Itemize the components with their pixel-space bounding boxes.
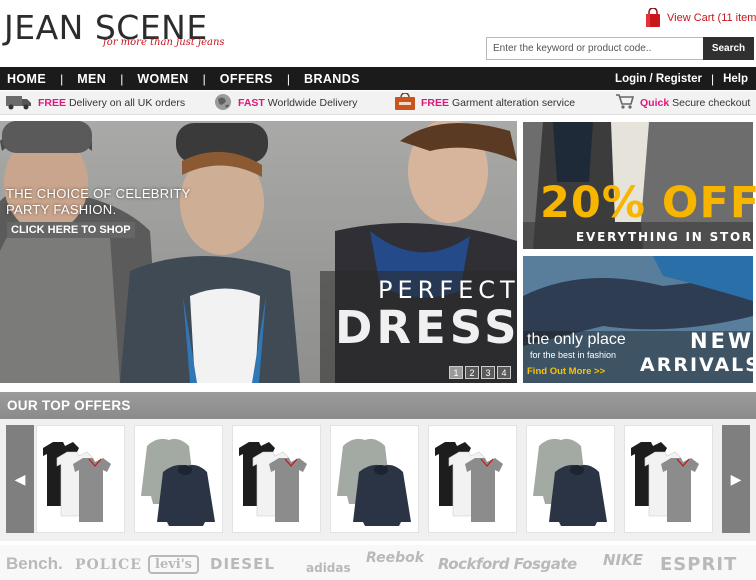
secure-checkout-info: Quick Secure checkout <box>616 91 750 115</box>
hero-caption: THE CHOICE OF CELEBRITY PARTY FASHION. <box>6 186 191 218</box>
slide-dot[interactable]: 3 <box>481 366 495 379</box>
polo-shirts-image <box>435 442 503 522</box>
shopping-bag-icon <box>645 7 661 28</box>
hoodies-image <box>337 438 411 526</box>
cart-icon <box>616 93 635 113</box>
view-cart-link[interactable]: View Cart (11 items) <box>645 7 756 28</box>
hero-caption-line2: PARTY FASHION. <box>6 202 117 217</box>
search-input[interactable] <box>486 37 703 60</box>
new-arrivals-tagline: the only place <box>527 331 626 348</box>
slide-pager: 1 2 3 4 <box>449 366 511 379</box>
info-highlight: FREE <box>421 97 450 109</box>
chevron-left-icon: ◀ <box>14 470 26 487</box>
offer-product-card[interactable] <box>232 425 321 533</box>
fast-delivery-info: FAST Worldwide Delivery <box>214 91 357 115</box>
info-text: Delivery on all UK orders <box>68 97 186 109</box>
logo-tagline: for more than just jeans <box>103 37 225 48</box>
sale-headline: 20% OFF <box>540 178 756 228</box>
nav-men[interactable]: MEN <box>77 72 106 86</box>
nav-home[interactable]: HOME <box>7 72 46 86</box>
offer-product-card[interactable] <box>428 425 517 533</box>
polo-shirts-image <box>43 442 111 522</box>
find-out-more-link[interactable]: Find Out More >> <box>527 366 605 377</box>
nav-separator: | <box>60 71 64 86</box>
new-arrivals-subtagline: for the best in fashion <box>530 350 617 360</box>
alteration-info: FREE Garment alteration service <box>395 91 575 115</box>
brand-esprit[interactable]: ESPRIT <box>660 554 737 575</box>
top-offers-title: OUR TOP OFFERS <box>7 398 131 413</box>
offer-product-card[interactable] <box>330 425 419 533</box>
truck-icon <box>6 94 32 113</box>
polo-shirts-image <box>239 442 307 522</box>
brand-levis[interactable]: levi's <box>148 555 200 574</box>
alteration-icon <box>395 91 415 114</box>
hoodies-image <box>141 438 215 526</box>
hero-shop-button[interactable]: CLICK HERE TO SHOP <box>7 222 135 238</box>
help-link[interactable]: Help <box>723 73 748 85</box>
nav-separator: | <box>202 71 206 86</box>
info-highlight: FREE <box>38 97 67 109</box>
nav-women[interactable]: WOMEN <box>137 72 188 86</box>
hero-caption-line1: THE CHOICE OF CELEBRITY <box>6 186 191 201</box>
slide-dot[interactable]: 1 <box>449 366 463 379</box>
offer-product-card[interactable] <box>36 425 125 533</box>
carousel-prev-button[interactable]: ◀ <box>6 425 34 533</box>
hero-headline-small: PERFECT <box>378 276 520 304</box>
brand-nike[interactable]: NIKE <box>603 551 643 569</box>
brand-logos-strip: Bench. POLICE levi's DIESEL adidas Reebo… <box>0 545 756 580</box>
carousel-next-button[interactable]: ▶ <box>722 425 750 533</box>
globe-icon <box>214 93 232 114</box>
info-highlight: FAST <box>238 97 265 109</box>
nav-offers[interactable]: OFFERS <box>220 72 273 86</box>
new-label: NEW <box>690 329 755 353</box>
nav-brands[interactable]: BRANDS <box>304 72 360 86</box>
hoodies-image <box>533 438 607 526</box>
cart-label: View Cart (11 items) <box>667 12 756 24</box>
brand-reebok[interactable]: Reebok <box>366 550 424 566</box>
offer-product-card[interactable] <box>624 425 713 533</box>
slide-dot[interactable]: 4 <box>497 366 511 379</box>
brand-police[interactable]: POLICE <box>75 557 142 573</box>
info-highlight: Quick <box>640 97 670 109</box>
main-nav: HOME | MEN | WOMEN | OFFERS | BRANDS Log… <box>0 67 756 90</box>
brand-bench[interactable]: Bench. <box>6 554 63 574</box>
info-text: Secure checkout <box>672 97 751 109</box>
polo-shirts-image <box>631 442 699 522</box>
search-bar: Search <box>486 37 754 60</box>
search-button[interactable]: Search <box>703 37 754 60</box>
benefits-bar: FREE Delivery on all UK orders FAST Worl… <box>0 91 756 115</box>
offer-product-card[interactable] <box>526 425 615 533</box>
nav-separator: | <box>710 71 715 86</box>
offer-product-card[interactable] <box>134 425 223 533</box>
sale-subtext: EVERYTHING IN STORE <box>576 230 756 244</box>
brand-rockford-fosgate[interactable]: Rockford Fosgate <box>438 555 577 573</box>
brand-adidas[interactable]: adidas <box>306 561 351 575</box>
nav-separator: | <box>286 71 291 86</box>
chevron-right-icon: ▶ <box>730 470 742 487</box>
free-delivery-info: FREE Delivery on all UK orders <box>6 91 185 115</box>
nav-separator: | <box>120 71 124 86</box>
slide-dot[interactable]: 2 <box>465 366 479 379</box>
login-register-link[interactable]: Login / Register <box>615 73 702 85</box>
brand-diesel[interactable]: DIESEL <box>210 555 275 573</box>
hero-headline-big: DRESS <box>335 301 521 354</box>
info-text: Worldwide Delivery <box>267 97 358 109</box>
arrivals-label: ARRIVALS <box>640 354 756 376</box>
info-text: Garment alteration service <box>451 97 576 109</box>
